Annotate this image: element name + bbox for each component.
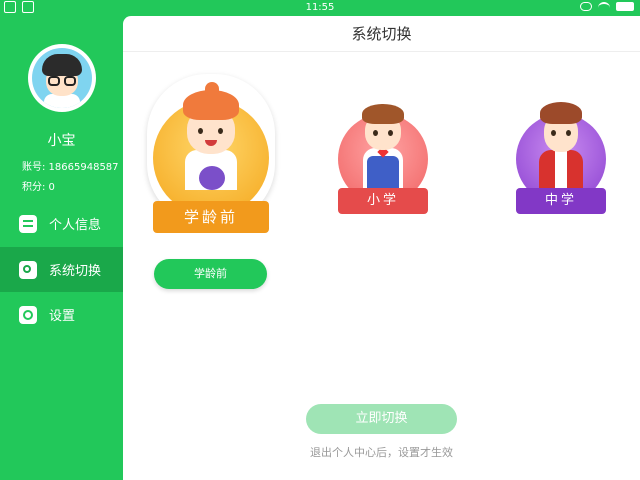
status-bar: 11:55 xyxy=(0,0,640,16)
main-panel: 系统切换 学龄前 小学 中学 学龄前 立即切换 退出个人中心后，设置才生效 xyxy=(123,16,640,480)
wifi-icon xyxy=(598,2,610,11)
sidebar-item-label: 设置 xyxy=(49,309,76,324)
username: 小宝 xyxy=(47,133,76,149)
account-number: 账号: 18665948587 xyxy=(22,162,119,173)
switch-icon xyxy=(19,260,37,279)
sidebar-item-profile[interactable]: 个人信息 xyxy=(0,201,123,246)
sidebar-item-settings[interactable]: 设置 xyxy=(0,292,123,337)
option-primary-label: 小学 xyxy=(338,188,428,214)
hint-text: 退出个人中心后，设置才生效 xyxy=(310,446,453,459)
sidebar-item-system-switch[interactable]: 系统切换 xyxy=(0,247,123,292)
list-icon xyxy=(19,214,37,233)
points: 积分: 0 xyxy=(22,182,55,193)
option-middle-school[interactable]: 中学 xyxy=(511,96,611,216)
avatar[interactable] xyxy=(28,44,96,112)
status-bar-system-icons xyxy=(580,2,634,11)
sidebar: 小宝 账号: 18665948587 积分: 0 个人信息 系统切换 设置 xyxy=(0,16,123,480)
status-time: 11:55 xyxy=(305,2,335,13)
option-primary[interactable]: 小学 xyxy=(333,96,433,216)
preschool-character-image xyxy=(171,82,251,200)
option-preschool-label: 学龄前 xyxy=(153,201,269,233)
primary-character-image xyxy=(353,96,413,191)
battery-icon xyxy=(616,2,634,11)
sidebar-item-label: 系统切换 xyxy=(49,264,102,279)
switch-now-button[interactable]: 立即切换 xyxy=(306,404,457,434)
selected-level-badge: 学龄前 xyxy=(154,259,267,289)
middle-school-character-image xyxy=(531,94,591,191)
option-preschool[interactable]: 学龄前 xyxy=(147,74,275,233)
option-middle-school-label: 中学 xyxy=(516,188,606,214)
sidebar-item-label: 个人信息 xyxy=(49,218,102,233)
avatar-image xyxy=(32,48,92,108)
gear-icon xyxy=(19,305,37,324)
eye-icon xyxy=(580,2,592,11)
page-title: 系统切换 xyxy=(123,16,640,52)
